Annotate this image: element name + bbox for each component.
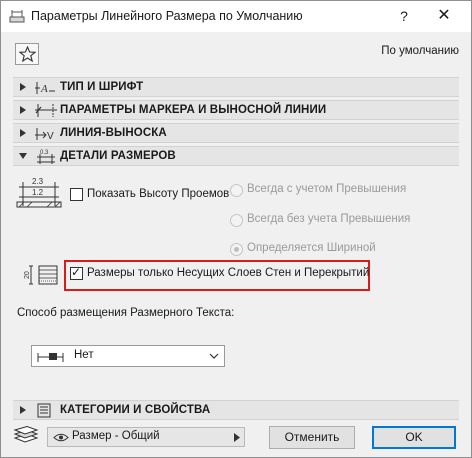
core-layers-icon: 20 (24, 265, 58, 285)
radio-defined-by-width-label: Определяется Шириной (247, 242, 376, 254)
leader-line-icon: V (35, 128, 54, 142)
defaults-label: По умолчанию (381, 45, 459, 57)
layer-selector[interactable]: Размер - Общий (47, 427, 245, 447)
text-placement-icon (37, 353, 64, 362)
panel-label: КАТЕГОРИИ И СВОЙСТВА (60, 404, 211, 416)
app-icon (9, 10, 25, 23)
show-opening-height-label: Показать Высоту Проемов (87, 188, 230, 200)
layers-icon (13, 426, 39, 443)
collapsed-arrow-icon (20, 129, 26, 137)
close-button[interactable]: ✕ (429, 5, 459, 27)
favorites-button[interactable] (15, 43, 39, 65)
title-bar: Параметры Линейного Размера по Умолчанию… (1, 1, 471, 32)
window-title: Параметры Линейного Размера по Умолчанию (31, 9, 303, 23)
hatch-icon-number: 20 (24, 271, 31, 279)
dimension-defaults-dialog: Параметры Линейного Размера по Умолчанию… (0, 0, 472, 458)
collapsed-arrow-icon (20, 106, 26, 114)
panel-label: ЛИНИЯ-ВЫНОСКА (60, 127, 167, 139)
panel-label: ПАРАМЕТРЫ МАРКЕРА И ВЫНОСНОЙ ЛИНИИ (60, 104, 327, 116)
show-opening-height-checkbox[interactable] (70, 188, 83, 201)
svg-text:0.3: 0.3 (40, 150, 49, 156)
icon-number-bottom: 1.2 (32, 188, 44, 197)
text-placement-value: Нет (74, 349, 94, 361)
opening-height-icon: 2.3 1.2 (16, 177, 62, 208)
chevron-right-icon (234, 433, 240, 442)
radio-always-without-elevation-label: Всегда без учета Превышения (247, 213, 411, 225)
core-layers-only-checkbox[interactable] (70, 265, 83, 280)
panel-categories-and-properties[interactable]: КАТЕГОРИИ И СВОЙСТВА (13, 400, 459, 420)
panel-marker-and-witness-line[interactable]: ПАРАМЕТРЫ МАРКЕРА И ВЫНОСНОЙ ЛИНИИ (13, 100, 459, 120)
text-font-icon: A (35, 82, 55, 95)
expanded-arrow-icon (19, 153, 27, 159)
radio-always-with-elevation[interactable] (230, 184, 243, 197)
dimension-details-icon: 0.3 (37, 150, 55, 164)
svg-text:A: A (40, 83, 48, 95)
radio-defined-by-width[interactable] (230, 243, 243, 256)
layer-value: Размер - Общий (72, 430, 160, 442)
ok-button[interactable]: OK (372, 426, 456, 449)
text-placement-dropdown[interactable]: Нет (31, 345, 225, 367)
panel-type-and-font[interactable]: A ТИП И ШРИФТ (13, 77, 459, 97)
radio-always-without-elevation[interactable] (230, 214, 243, 227)
collapsed-arrow-icon (20, 406, 26, 414)
eye-icon (53, 433, 69, 442)
collapsed-arrow-icon (20, 83, 26, 91)
help-button[interactable]: ? (393, 6, 415, 26)
properties-list-icon (37, 403, 51, 418)
icon-number-top: 2.3 (32, 177, 44, 186)
marker-witness-line-icon (35, 104, 57, 117)
panel-label: ДЕТАЛИ РАЗМЕРОВ (60, 150, 176, 162)
text-placement-label: Способ размещения Размерного Текста: (17, 307, 235, 319)
panel-label: ТИП И ШРИФТ (60, 81, 144, 93)
cancel-button[interactable]: Отменить (269, 426, 355, 449)
radio-always-with-elevation-label: Всегда с учетом Превышения (247, 183, 407, 195)
chevron-down-icon (209, 353, 219, 359)
star-icon (19, 46, 36, 62)
core-layers-only-label: Размеры только Несущих Слоев Стен и Пере… (87, 267, 370, 279)
svg-text:V: V (47, 131, 54, 142)
panel-dimension-details[interactable]: 0.3 ДЕТАЛИ РАЗМЕРОВ (13, 146, 459, 166)
panel-leader-line[interactable]: V ЛИНИЯ-ВЫНОСКА (13, 123, 459, 143)
